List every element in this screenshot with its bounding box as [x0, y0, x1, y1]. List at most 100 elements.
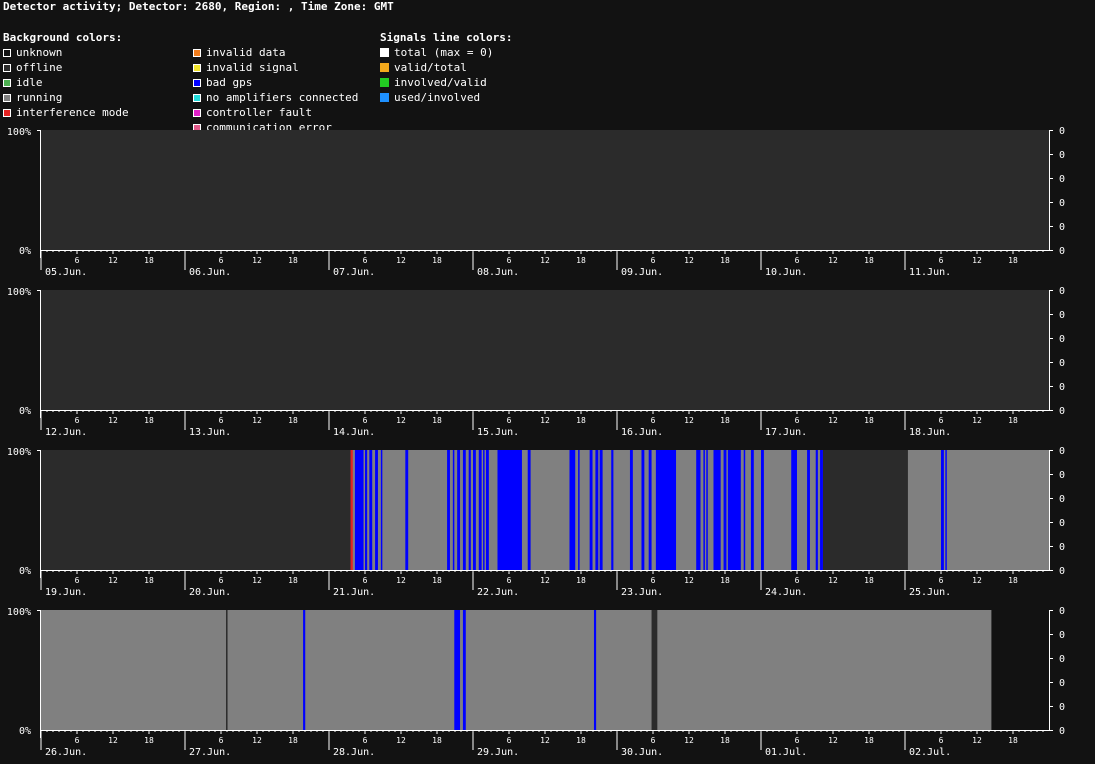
day-label: 26.Jun. — [45, 747, 87, 758]
segment-bad-gps — [655, 450, 677, 570]
segment-bad-gps — [815, 450, 818, 570]
day-label: 21.Jun. — [333, 587, 375, 598]
day-label: 12.Jun. — [45, 427, 87, 438]
hour-label: 12 — [684, 416, 694, 425]
y-label-right: 0 — [1059, 174, 1065, 185]
segment-offline — [41, 130, 1049, 250]
y-label-right: 0 — [1059, 222, 1065, 233]
day-label: 23.Jun. — [621, 587, 663, 598]
hour-label: 18 — [576, 736, 586, 745]
y-label-right: 0 — [1059, 702, 1065, 713]
hour-label: 18 — [144, 576, 154, 585]
hour-label: 6 — [507, 256, 512, 265]
hour-label: 6 — [75, 736, 80, 745]
day-label: 06.Jun. — [189, 267, 231, 278]
hour-label: 18 — [1008, 576, 1018, 585]
hour-label: 12 — [108, 256, 118, 265]
hour-label: 18 — [432, 736, 442, 745]
day-label: 16.Jun. — [621, 427, 663, 438]
hour-label: 12 — [108, 736, 118, 745]
hour-label: 6 — [507, 576, 512, 585]
timeline-row-2: 100% 0% 0 0 0 0 0 0 6 12 18 12.Jun. 6 12 18 13.Jun. 6 12 1… — [7, 286, 1065, 438]
y-label-right: 0 — [1059, 446, 1065, 457]
segment-bad-gps — [468, 450, 471, 570]
y-label-top: 100% — [7, 607, 31, 618]
y-label-right: 0 — [1059, 150, 1065, 161]
segment-bad-gps — [405, 450, 409, 570]
segment-bad-gps — [303, 610, 306, 730]
day-label: 07.Jun. — [333, 267, 375, 278]
hour-label: 12 — [540, 256, 550, 265]
day-label: 02.Jul. — [909, 747, 951, 758]
hour-label: 12 — [828, 416, 838, 425]
hour-label: 12 — [108, 576, 118, 585]
segment-bad-gps — [485, 450, 489, 570]
hour-label: 6 — [75, 256, 80, 265]
day-label: 19.Jun. — [45, 587, 87, 598]
segment-bad-gps — [703, 450, 705, 570]
day-label: 22.Jun. — [477, 587, 519, 598]
segment-bad-gps — [527, 450, 531, 570]
day-label: 10.Jun. — [765, 267, 807, 278]
segment-bad-gps — [820, 450, 823, 570]
segment-bad-gps — [713, 450, 721, 570]
segment-bad-gps — [457, 450, 461, 570]
hour-label: 6 — [219, 736, 224, 745]
y-label-right: 0 — [1059, 358, 1065, 369]
y-label-top: 100% — [7, 447, 31, 458]
hour-label: 12 — [828, 256, 838, 265]
hour-label: 12 — [684, 736, 694, 745]
hour-label: 6 — [363, 416, 368, 425]
day-label: 05.Jun. — [45, 267, 87, 278]
day-label: 08.Jun. — [477, 267, 519, 278]
hour-label: 18 — [288, 256, 298, 265]
hour-label: 12 — [684, 256, 694, 265]
segment-bad-gps — [706, 450, 708, 570]
y-label-right: 0 — [1059, 310, 1065, 321]
segment-bad-gps — [380, 450, 383, 570]
hour-label: 18 — [288, 736, 298, 745]
y-label-top: 100% — [7, 287, 31, 298]
hour-label: 6 — [939, 576, 944, 585]
hour-label: 6 — [363, 736, 368, 745]
y-label-bottom: 0% — [19, 246, 31, 257]
y-label-right: 0 — [1059, 334, 1065, 345]
segment-bad-gps — [696, 450, 701, 570]
hour-label: 6 — [651, 256, 656, 265]
hour-label: 18 — [432, 576, 442, 585]
segment-bad-gps — [941, 450, 944, 570]
hour-label: 12 — [252, 736, 262, 745]
segment-running — [907, 450, 1049, 570]
hour-label: 6 — [363, 576, 368, 585]
y-label-right: 0 — [1059, 286, 1065, 297]
hour-label: 12 — [108, 416, 118, 425]
y-label-bottom: 0% — [19, 726, 31, 737]
timeline-row-3: 100% 0% 0 0 0 0 0 0 6 12 18 19.Jun. 6 12 18 20.Jun. 6 12 1… — [7, 446, 1065, 598]
segment-running — [41, 610, 992, 730]
day-label: 17.Jun. — [765, 427, 807, 438]
hour-label: 18 — [1008, 736, 1018, 745]
segment-offline — [651, 610, 658, 730]
day-label: 14.Jun. — [333, 427, 375, 438]
hour-label: 6 — [75, 416, 80, 425]
segment-bad-gps — [462, 450, 466, 570]
segment-bad-gps — [473, 450, 476, 570]
hour-label: 12 — [828, 736, 838, 745]
segment-interference — [350, 450, 353, 570]
timeline-row-4: 100% 0% 0 0 0 0 0 0 6 12 18 26.Jun. 6 12 18 27.Jun. 6 12 1… — [7, 606, 1065, 758]
y-label-right: 0 — [1059, 406, 1065, 417]
y-label-right: 0 — [1059, 470, 1065, 481]
hour-label: 6 — [651, 576, 656, 585]
hour-label: 12 — [972, 416, 982, 425]
hour-label: 12 — [252, 416, 262, 425]
hour-label: 18 — [720, 256, 730, 265]
hour-label: 12 — [684, 576, 694, 585]
hour-label: 6 — [939, 256, 944, 265]
hour-label: 6 — [651, 416, 656, 425]
segment-bad-gps — [462, 610, 466, 730]
day-label: 11.Jun. — [909, 267, 951, 278]
timeline-row-1: 100% 0% 0 0 0 0 0 0 6 12 18 05.Jun. 6 12 18 06.Jun. 6 12 1… — [7, 126, 1065, 278]
segment-offline — [822, 450, 908, 570]
segment-bad-gps — [723, 450, 727, 570]
hour-label: 18 — [864, 416, 874, 425]
